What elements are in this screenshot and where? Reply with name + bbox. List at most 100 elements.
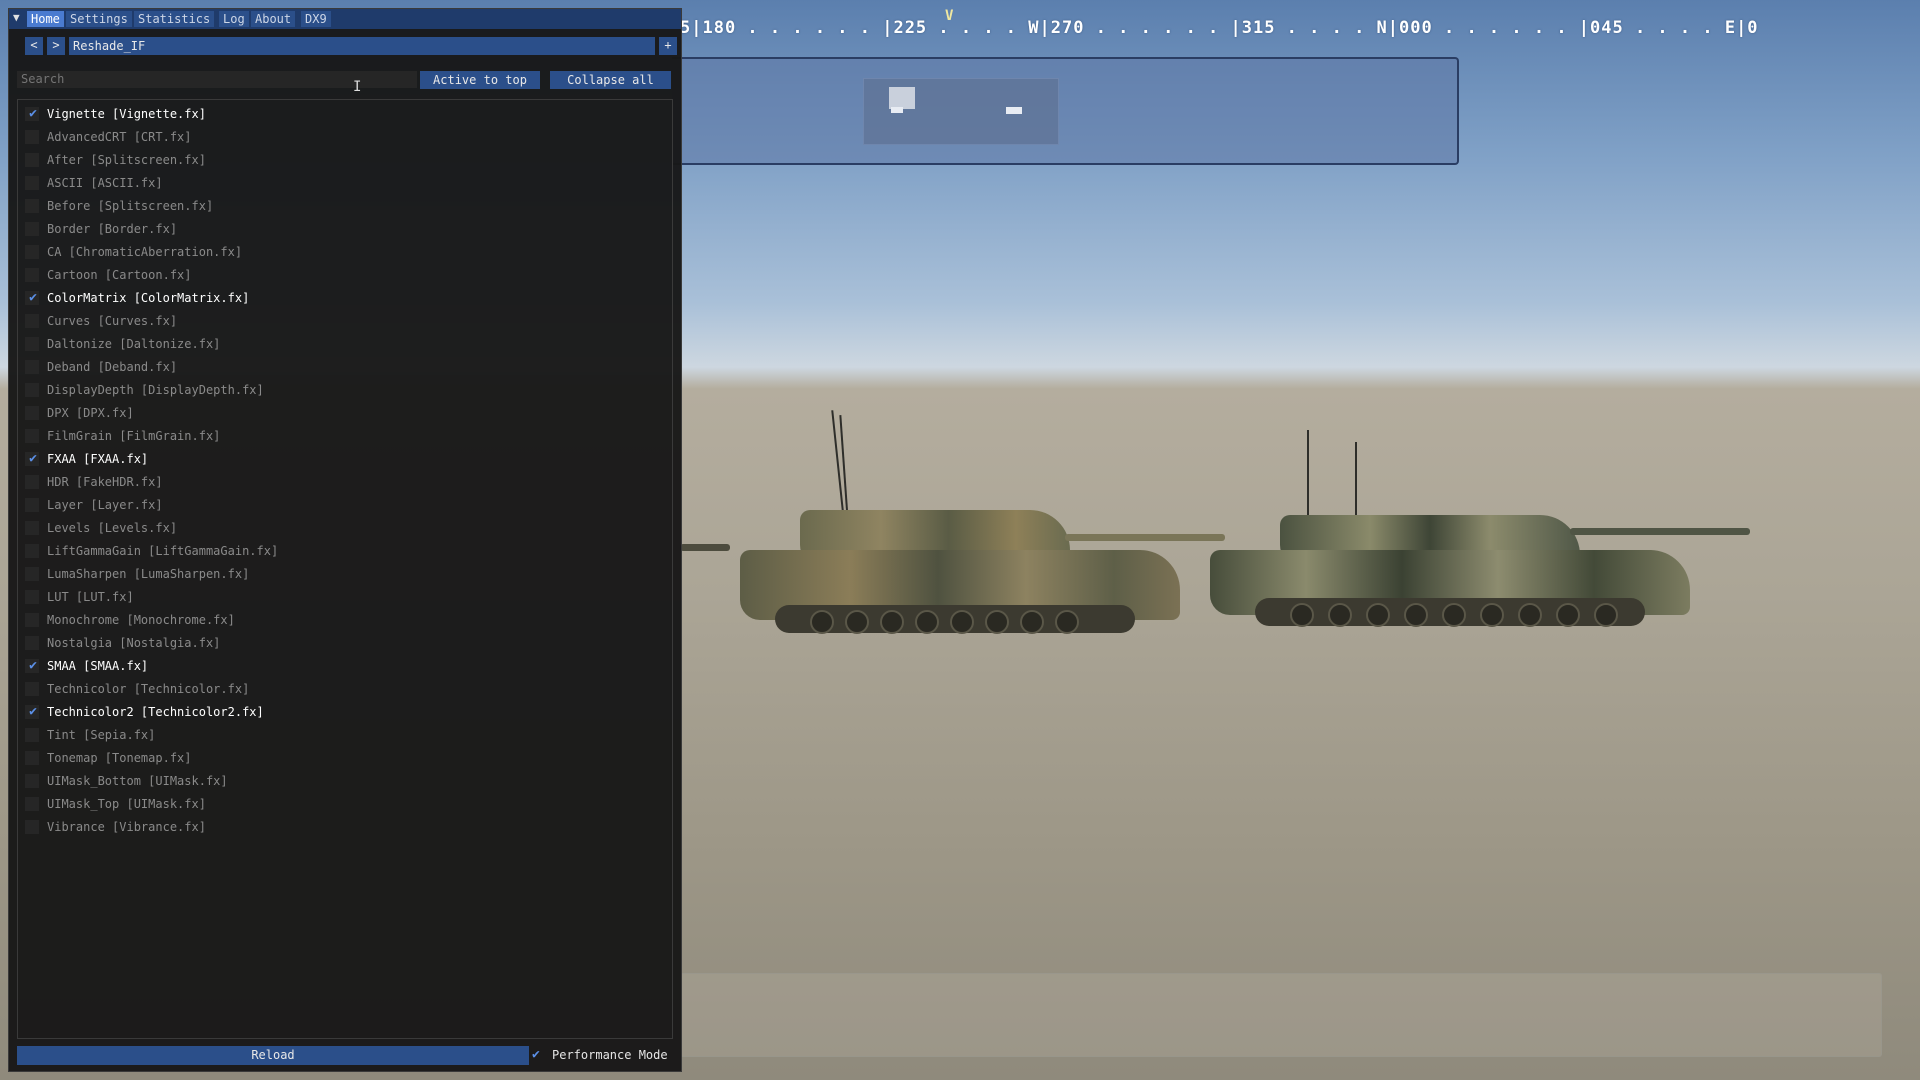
effect-label: Technicolor2 [Technicolor2.fx]: [47, 705, 264, 719]
checkmark-icon: ✔: [29, 451, 37, 466]
tab-settings[interactable]: Settings: [66, 11, 132, 27]
tank-left: [680, 410, 1225, 650]
effect-label: Tint [Sepia.fx]: [47, 728, 156, 742]
road-wheel: [950, 610, 974, 634]
effect-checkbox[interactable]: [25, 406, 39, 420]
effect-checkbox[interactable]: ✔: [25, 107, 39, 121]
tab-about[interactable]: About: [251, 11, 296, 27]
effect-label: UIMask_Bottom [UIMask.fx]: [47, 774, 228, 788]
effect-label: CA [ChromaticAberration.fx]: [47, 245, 243, 259]
add-preset-button[interactable]: +: [659, 37, 677, 55]
effect-checkbox[interactable]: [25, 498, 39, 512]
effect-checkbox[interactable]: [25, 797, 39, 811]
effect-checkbox[interactable]: [25, 153, 39, 167]
tab-bar: ▼ Home Settings Statistics Log About DX9: [9, 9, 681, 29]
collapse-window-icon[interactable]: ▼: [13, 11, 25, 25]
road-wheel: [1366, 603, 1390, 627]
collapse-all-button[interactable]: Collapse all: [550, 71, 671, 89]
effect-checkbox[interactable]: ✔: [25, 452, 39, 466]
preset-toolbar: < > Reshade_IF +: [17, 37, 677, 57]
road-wheel: [1594, 603, 1618, 627]
effect-label: HDR [FakeHDR.fx]: [47, 475, 163, 489]
effect-label: Border [Border.fx]: [47, 222, 178, 236]
tab-log[interactable]: Log: [219, 11, 249, 27]
effect-checkbox[interactable]: [25, 360, 39, 374]
tank-barrel: [1570, 528, 1750, 535]
effect-label: Deband [Deband.fx]: [47, 360, 178, 374]
effect-checkbox[interactable]: [25, 475, 39, 489]
hud-blip-square: [889, 87, 915, 109]
road-wheel: [1055, 610, 1079, 634]
road-wheel: [1480, 603, 1504, 627]
effect-checkbox[interactable]: [25, 613, 39, 627]
road-wheel: [1556, 603, 1580, 627]
effect-label: LumaSharpen [LumaSharpen.fx]: [47, 567, 250, 581]
road-wheel: [845, 610, 869, 634]
hud-bottom-bar: [680, 973, 1882, 1057]
tab-home[interactable]: Home: [27, 11, 64, 27]
effect-checkbox[interactable]: [25, 636, 39, 650]
compass-strip: 5|180 . . . . . . |225 . . . . W|270 . .…: [680, 18, 1759, 38]
effect-label: Vignette [Vignette.fx]: [47, 107, 206, 121]
effects-list: ✔ Vignette [Vignette.fx] AdvancedCRT [CR…: [17, 99, 673, 1039]
effect-label: ASCII [ASCII.fx]: [47, 176, 163, 190]
hud-radar-inset: [863, 78, 1059, 145]
road-wheel: [1404, 603, 1428, 627]
effect-label: Levels [Levels.fx]: [47, 521, 178, 535]
effect-checkbox[interactable]: [25, 199, 39, 213]
effect-label: ColorMatrix [ColorMatrix.fx]: [47, 291, 250, 305]
tank-barrel: [680, 544, 730, 551]
checkmark-icon: ✔: [29, 704, 37, 719]
active-to-top-button[interactable]: Active to top: [420, 71, 540, 89]
effect-label: Before [Splitscreen.fx]: [47, 199, 214, 213]
effect-checkbox[interactable]: [25, 314, 39, 328]
effect-checkbox[interactable]: [25, 682, 39, 696]
tab-dx9[interactable]: DX9: [301, 11, 331, 27]
effect-label: DisplayDepth [DisplayDepth.fx]: [47, 383, 264, 397]
next-preset-button[interactable]: >: [47, 37, 65, 55]
effect-checkbox[interactable]: [25, 567, 39, 581]
effect-label: SMAA [SMAA.fx]: [47, 659, 149, 673]
effect-label: Tonemap [Tonemap.fx]: [47, 751, 192, 765]
effect-label: Layer [Layer.fx]: [47, 498, 163, 512]
effect-checkbox[interactable]: ✔: [25, 291, 39, 305]
effect-label: Monochrome [Monochrome.fx]: [47, 613, 235, 627]
effect-checkbox[interactable]: [25, 590, 39, 604]
road-wheel: [1290, 603, 1314, 627]
effect-checkbox[interactable]: [25, 245, 39, 259]
effect-checkbox[interactable]: [25, 383, 39, 397]
effect-checkbox[interactable]: [25, 751, 39, 765]
effect-checkbox[interactable]: [25, 429, 39, 443]
reload-button[interactable]: Reload: [17, 1046, 529, 1065]
road-wheel: [1518, 603, 1542, 627]
effect-label: Technicolor [Technicolor.fx]: [47, 682, 250, 696]
checkmark-icon: ✔: [532, 1047, 540, 1062]
effect-checkbox[interactable]: ✔: [25, 659, 39, 673]
road-wheel: [915, 610, 939, 634]
effect-checkbox[interactable]: [25, 337, 39, 351]
effect-label: FilmGrain [FilmGrain.fx]: [47, 429, 221, 443]
effect-checkbox[interactable]: [25, 774, 39, 788]
effect-checkbox[interactable]: [25, 222, 39, 236]
effect-checkbox[interactable]: [25, 176, 39, 190]
effect-checkbox[interactable]: [25, 521, 39, 535]
preset-name-field[interactable]: Reshade_IF: [69, 37, 655, 55]
effect-checkbox[interactable]: [25, 544, 39, 558]
effect-checkbox[interactable]: ✔: [25, 705, 39, 719]
tab-statistics[interactable]: Statistics: [134, 11, 215, 27]
performance-mode-checkbox[interactable]: ✔: [532, 1048, 546, 1062]
effect-label: DPX [DPX.fx]: [47, 406, 134, 420]
effect-checkbox[interactable]: [25, 268, 39, 282]
hud-top-panel: [672, 57, 1459, 165]
hud-blip-dash: [1006, 107, 1022, 114]
road-wheel: [810, 610, 834, 634]
effect-label: Vibrance [Vibrance.fx]: [47, 820, 206, 834]
effect-checkbox[interactable]: [25, 130, 39, 144]
effect-label: AdvancedCRT [CRT.fx]: [47, 130, 192, 144]
effect-label: LUT [LUT.fx]: [47, 590, 134, 604]
checkmark-icon: ✔: [29, 106, 37, 121]
previous-preset-button[interactable]: <: [25, 37, 43, 55]
effect-checkbox[interactable]: [25, 820, 39, 834]
effect-checkbox[interactable]: [25, 728, 39, 742]
road-wheel: [1442, 603, 1466, 627]
